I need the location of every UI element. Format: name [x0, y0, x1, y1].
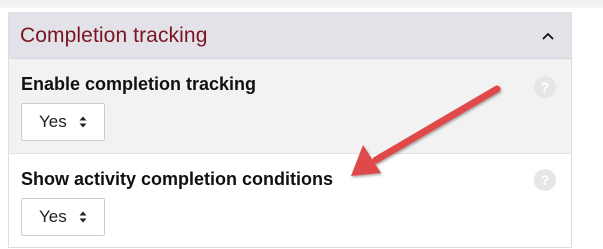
collapse-toggle[interactable] [537, 25, 559, 47]
completion-tracking-section: Completion tracking Enable completion tr… [8, 12, 572, 248]
top-shadow [0, 0, 603, 8]
setting-show-completion-conditions: Show activity completion conditions Yes … [9, 154, 571, 247]
show-conditions-select[interactable]: Yes [21, 198, 105, 236]
select-value: Yes [39, 112, 67, 131]
chevron-up-icon [542, 32, 554, 39]
select-caret-icon [79, 116, 87, 128]
help-icon[interactable]: ? [534, 169, 556, 191]
enable-completion-select[interactable]: Yes [21, 103, 105, 141]
section-header[interactable]: Completion tracking [9, 13, 571, 59]
setting-label: Show activity completion conditions [21, 169, 334, 189]
help-icon[interactable]: ? [534, 76, 556, 98]
setting-label: Enable completion tracking [21, 74, 257, 94]
select-caret-icon [79, 211, 87, 223]
setting-enable-completion-tracking: Enable completion tracking Yes ? [9, 59, 571, 154]
select-value: Yes [39, 207, 67, 226]
section-title: Completion tracking [20, 23, 208, 47]
